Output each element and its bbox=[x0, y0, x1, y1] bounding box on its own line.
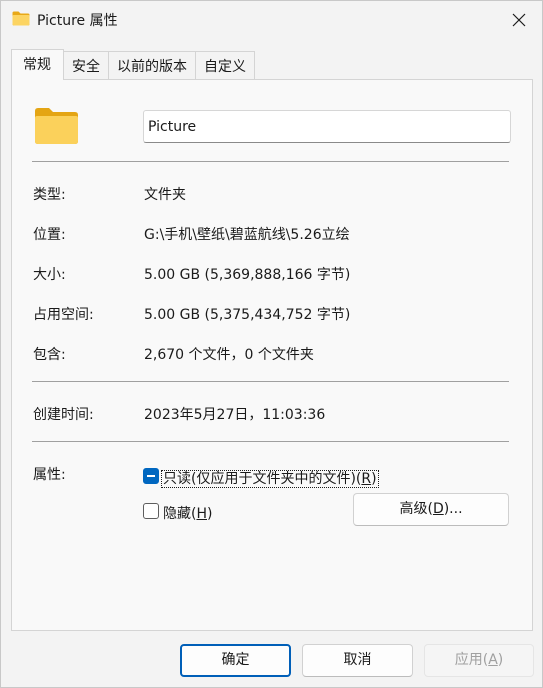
ok-button[interactable]: 确定 bbox=[180, 644, 291, 677]
separator bbox=[32, 441, 509, 442]
tab-previous-versions[interactable]: 以前的版本 bbox=[108, 51, 196, 80]
apply-label: 应用( bbox=[454, 652, 489, 668]
readonly-label-text: 只读(仅应用于文件夹中的文件)( bbox=[163, 471, 362, 487]
advanced-button[interactable]: 高级(D)... bbox=[353, 493, 509, 526]
window-title: Picture 属性 bbox=[37, 13, 118, 29]
tab-customize[interactable]: 自定义 bbox=[195, 51, 255, 80]
tab-strip: 常规 安全 以前的版本 自定义 bbox=[11, 49, 255, 80]
readonly-accesskey: R bbox=[361, 471, 372, 487]
type-value: 文件夹 bbox=[144, 187, 186, 203]
contains-label: 包含: bbox=[33, 347, 66, 363]
hidden-accesskey: H bbox=[196, 506, 207, 522]
hidden-label[interactable]: 隐藏(H) bbox=[163, 503, 212, 523]
location-label: 位置: bbox=[33, 227, 66, 243]
location-value[interactable]: G:\手机\壁纸\碧蓝航线\5.26立绘 bbox=[144, 224, 350, 244]
apply-label-suffix: ) bbox=[497, 652, 504, 668]
title-bar[interactable]: Picture 属性 bbox=[1, 1, 542, 39]
readonly-checkbox[interactable] bbox=[143, 468, 159, 484]
tab-general[interactable]: 常规 bbox=[11, 49, 64, 80]
folder-name-input[interactable] bbox=[143, 110, 511, 143]
contains-value: 2,670 个文件，0 个文件夹 bbox=[144, 347, 314, 363]
separator bbox=[32, 381, 509, 382]
properties-window: Picture 属性 常规 安全 以前的版本 自定义 类型: 文件夹 位置: G… bbox=[0, 0, 543, 688]
disk-size-value: 5.00 GB (5,375,434,752 字节) bbox=[144, 307, 351, 323]
disk-size-label: 占用空间: bbox=[33, 307, 94, 323]
created-label: 创建时间: bbox=[33, 407, 94, 423]
tab-security[interactable]: 安全 bbox=[63, 51, 109, 80]
advanced-label: 高级( bbox=[399, 501, 433, 517]
size-value: 5.00 GB (5,369,888,166 字节) bbox=[144, 267, 351, 283]
advanced-accesskey: D bbox=[432, 501, 444, 517]
readonly-label-suffix: ) bbox=[371, 471, 377, 487]
hidden-label-suffix: ) bbox=[207, 506, 213, 522]
folder-icon bbox=[12, 11, 30, 26]
type-label: 类型: bbox=[33, 187, 66, 203]
advanced-label-suffix: )... bbox=[443, 501, 463, 517]
cancel-button[interactable]: 取消 bbox=[302, 644, 413, 677]
apply-button[interactable]: 应用(A) bbox=[424, 644, 534, 677]
apply-accesskey: A bbox=[488, 652, 498, 668]
created-value: 2023年5月27日，11:03:36 bbox=[144, 407, 326, 423]
close-button[interactable] bbox=[496, 1, 542, 39]
folder-icon bbox=[35, 108, 78, 144]
close-icon bbox=[512, 13, 526, 27]
size-label: 大小: bbox=[33, 267, 66, 283]
separator bbox=[32, 161, 509, 162]
hidden-checkbox[interactable] bbox=[143, 503, 159, 519]
readonly-label[interactable]: 只读(仅应用于文件夹中的文件)(R) bbox=[161, 468, 379, 488]
attributes-label: 属性: bbox=[33, 467, 66, 483]
hidden-label-text: 隐藏( bbox=[163, 506, 197, 522]
